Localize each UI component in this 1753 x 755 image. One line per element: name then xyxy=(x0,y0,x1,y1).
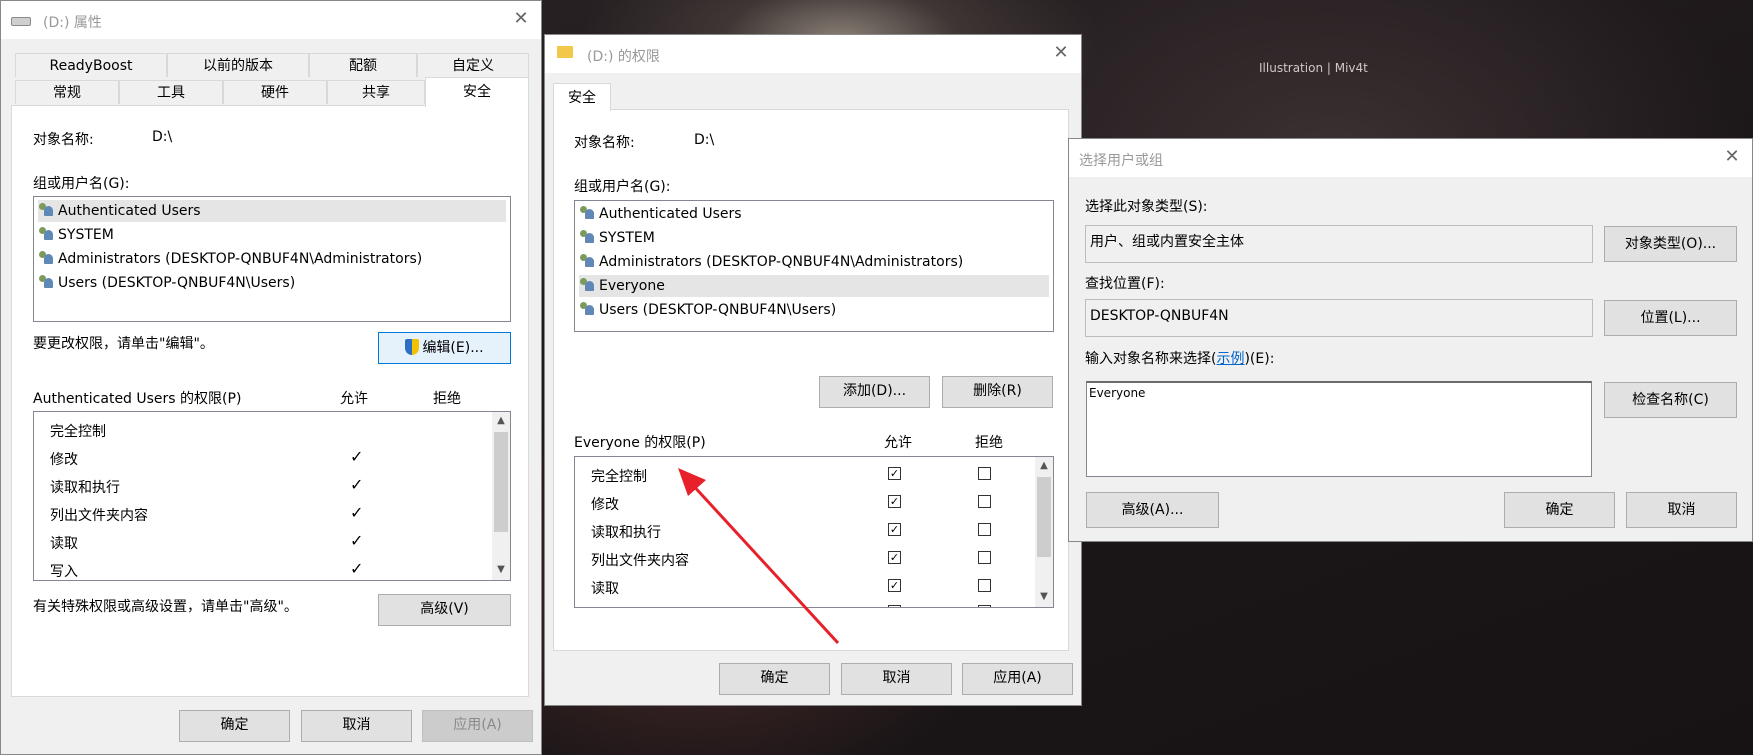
location-field: DESKTOP-QNBUF4N xyxy=(1085,299,1593,337)
select-users-window: 选择用户或组 ✕ 选择此对象类型(S): 用户、组或内置安全主体 对象类型(O)… xyxy=(1068,138,1753,542)
location-label: 查找位置(F): xyxy=(1085,276,1165,292)
select-users-titlebar: 选择用户或组 ✕ xyxy=(1069,139,1752,177)
object-types-button[interactable]: 对象类型(O)... xyxy=(1604,226,1737,262)
ok-button[interactable]: 确定 xyxy=(1504,492,1615,528)
object-names-textarea[interactable]: Everyone xyxy=(1086,381,1592,477)
object-names-value: Everyone xyxy=(1089,386,1146,400)
object-name-label: 输入对象名称来选择(示例)(E): xyxy=(1085,351,1275,367)
window-title: 选择用户或组 xyxy=(1079,153,1163,169)
check-names-button[interactable]: 检查名称(C) xyxy=(1604,382,1737,418)
locations-button[interactable]: 位置(L)... xyxy=(1604,300,1737,336)
object-type-label: 选择此对象类型(S): xyxy=(1085,199,1208,215)
examples-link[interactable]: 示例 xyxy=(1216,351,1244,367)
object-type-field: 用户、组或内置安全主体 xyxy=(1085,225,1593,263)
close-icon[interactable]: ✕ xyxy=(1720,145,1744,169)
advanced-button[interactable]: 高级(A)... xyxy=(1086,492,1219,528)
cancel-button[interactable]: 取消 xyxy=(1626,492,1737,528)
